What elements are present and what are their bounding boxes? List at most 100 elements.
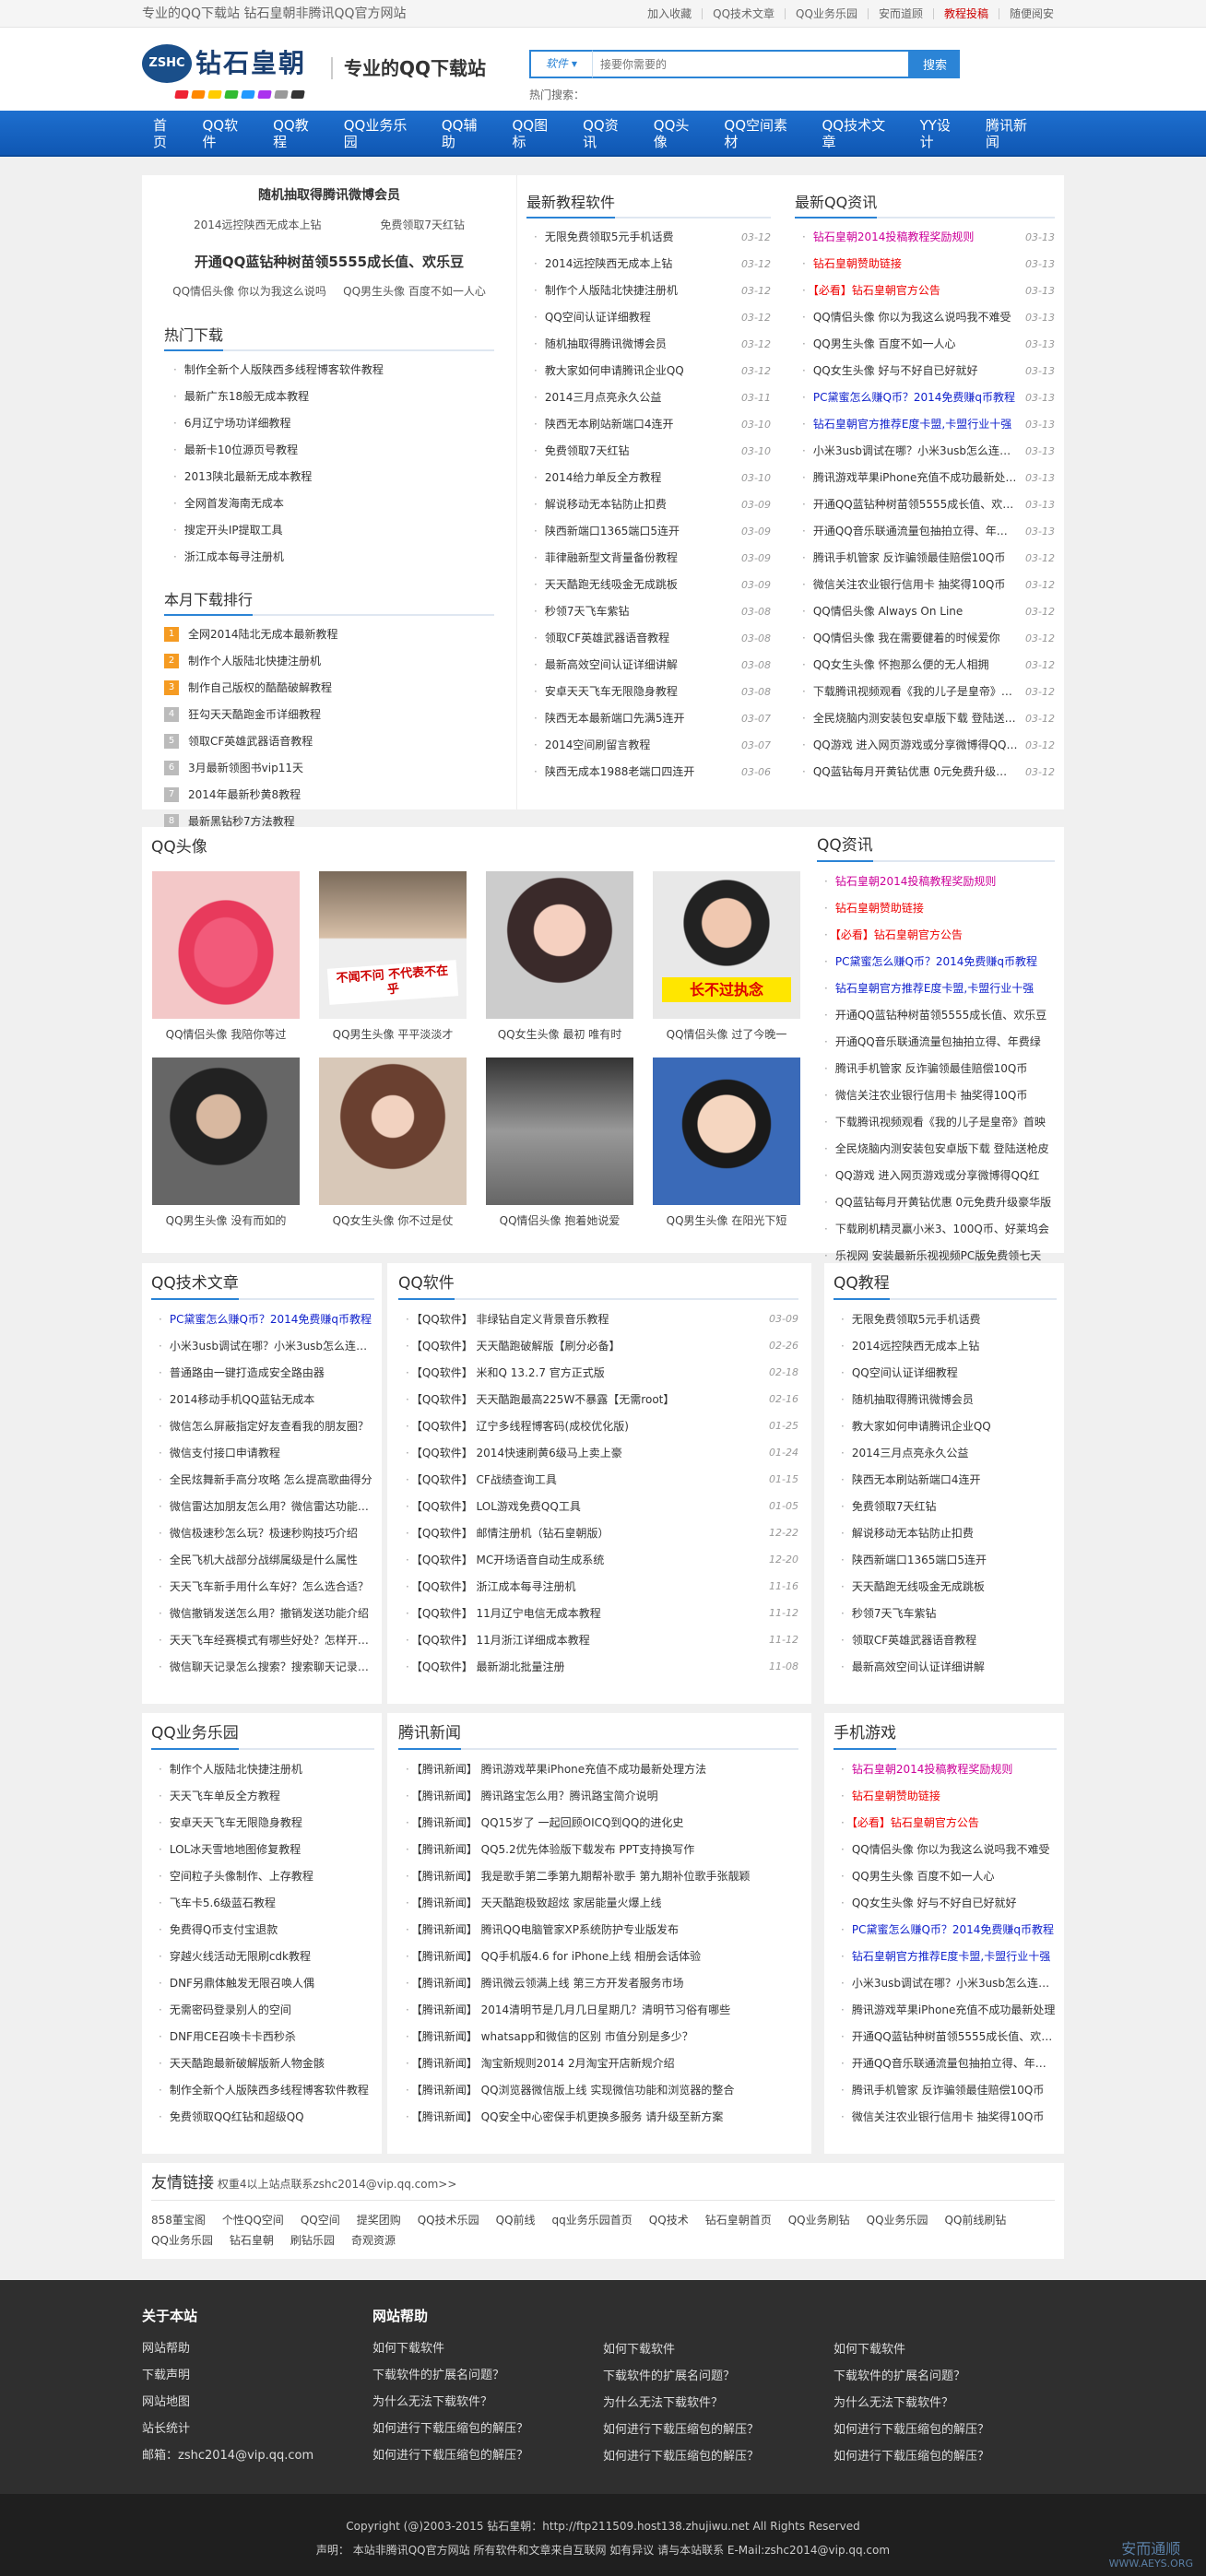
rank-item[interactable]: 7 2014年最新秒黄8教程 xyxy=(164,782,494,809)
list-item[interactable]: 钻石皇朝2014投稿教程奖励规则 xyxy=(841,1755,1057,1782)
list-item[interactable]: 陕西无本刷站新端口4连开 xyxy=(841,1466,1057,1493)
list-item[interactable]: 下载腾讯视频观看《我的儿子是皇帝》首映 xyxy=(824,1108,1055,1135)
list-item[interactable]: 免费得Q币支付宝退款 xyxy=(159,1916,374,1943)
list-item[interactable]: QQ情侣头像 你以为我这么说吗我不难受 03-13 xyxy=(802,304,1055,331)
list-item[interactable]: 【腾讯新闻】 我是歌手第二季第九期帮补歌手 第九期补位歌手张靓颖 xyxy=(406,1862,798,1889)
list-item[interactable]: 【必看】钻石皇朝官方公告 xyxy=(824,921,1055,948)
avatar-card[interactable]: QQ情侣头像 我陪你等过 xyxy=(142,871,310,1041)
friend-link[interactable]: QQ前线 xyxy=(496,2210,536,2230)
list-item[interactable]: 【QQ软件】 2014快速刷黄6级马上卖上豪 01-24 xyxy=(406,1439,798,1466)
list-item[interactable]: 腾讯手机管家 反诈骗领最佳赔偿10Q币 xyxy=(824,1055,1055,1081)
friend-link[interactable]: 刷钻乐园 xyxy=(290,2230,335,2251)
list-item[interactable]: PC黛蜜怎么赚Q币？2014免费赚q币教程 03-13 xyxy=(802,384,1055,411)
friend-link[interactable]: QQ技术乐园 xyxy=(418,2210,479,2230)
friend-link[interactable]: qq业务乐园首页 xyxy=(552,2210,633,2230)
list-item[interactable]: 领取CF英雄武器语音教程 03-08 xyxy=(534,625,771,652)
top-link[interactable]: QQ技术文章 xyxy=(702,8,785,19)
list-item[interactable]: QQ游戏 进入网页游戏或分享微博得QQ红包 03-12 xyxy=(802,732,1055,759)
list-item[interactable]: 安卓天天飞车无限隐身教程 xyxy=(159,1809,374,1836)
list-item[interactable]: 天天酷跑最新破解版新人物金骸 xyxy=(159,2050,374,2076)
list-item[interactable]: PC黛蜜怎么赚Q币？2014免费赚q币教程 xyxy=(159,1306,374,1332)
nav-item[interactable]: QQ空间素材 xyxy=(713,117,810,150)
list-item[interactable]: 【必看】钻石皇朝官方公告 xyxy=(841,1809,1057,1836)
list-item[interactable]: 钻石皇朝2014投稿教程奖励规则 xyxy=(824,868,1055,894)
list-item[interactable]: 无需密码登录别人的空间 xyxy=(159,1996,374,2023)
list-item[interactable]: 小米3usb调试在哪？小米3usb怎么连接电脑 03-13 xyxy=(802,438,1055,465)
list-item[interactable]: 安卓天天飞车无限隐身教程 03-08 xyxy=(534,679,771,705)
list-item[interactable]: 全民烧脑内测安装包安卓版下载 登陆送枪皮 xyxy=(824,1135,1055,1162)
list-item[interactable]: 钻石皇朝赞助链接 xyxy=(841,1782,1057,1809)
list-item[interactable]: 【QQ软件】 CF战绩查询工具 01-15 xyxy=(406,1466,798,1493)
list-item[interactable]: QQ情侣头像 我在需要健着的时候爱你 03-12 xyxy=(802,625,1055,652)
list-item[interactable]: 【QQ软件】 最新湖北批量注册 11-08 xyxy=(406,1653,798,1680)
list-item[interactable]: 【腾讯新闻】 QQ手机版4.6 for iPhone上线 相册会话体验 xyxy=(406,1943,798,1969)
nav-item[interactable]: QQ教程 xyxy=(262,117,333,150)
list-item[interactable]: 2014远控陕西无成本上钻 xyxy=(841,1332,1057,1359)
rank-item[interactable]: 3 制作自己版权的酷酷破解教程 xyxy=(164,675,494,702)
featured-link[interactable]: QQ情侣头像 你以为我这么说吗 xyxy=(172,285,326,298)
list-item[interactable]: 解说移动无本钻防止扣费 03-09 xyxy=(534,491,771,518)
featured-link[interactable]: QQ男生头像 百度不如一人心 xyxy=(343,285,486,298)
list-item[interactable]: 开通QQ蓝钻种树苗领5555成长值、欢乐豆 xyxy=(841,2023,1057,2050)
list-item[interactable]: 微信极速秒怎么玩？极速秒购技巧介绍 xyxy=(159,1519,374,1546)
list-item[interactable]: 【QQ软件】 天天酷跑最高225W不暴露【无需root】 02-16 xyxy=(406,1386,798,1412)
list-item[interactable]: 钻石皇朝2014投稿教程奖励规则 03-13 xyxy=(802,224,1055,251)
footer-help-link[interactable]: 下载软件的扩展名问题？ xyxy=(834,2363,989,2390)
list-item[interactable]: 腾讯手机管家 反诈骗领最佳赔偿10Q币 03-12 xyxy=(802,545,1055,572)
list-item[interactable]: 腾讯手机管家 反诈骗领最佳赔偿10Q币 xyxy=(841,2076,1057,2103)
featured-headline-1[interactable]: 随机抽取得腾讯微博会员 xyxy=(164,188,494,204)
list-item[interactable]: 陕西无本最新端口先满5连开 03-07 xyxy=(534,705,771,732)
list-item[interactable]: 穿越火线活动无限刷cdk教程 xyxy=(159,1943,374,1969)
list-item[interactable]: 免费领取7天红钻 xyxy=(841,1493,1057,1519)
search-input[interactable] xyxy=(592,50,910,78)
top-link[interactable]: 加入收藏 xyxy=(637,8,702,19)
list-item[interactable]: 开通QQ音乐联通流量包抽拍立得、年费绿 xyxy=(824,1028,1055,1055)
avatar-image[interactable]: 长不过执念 xyxy=(653,871,800,1019)
list-item[interactable]: 【QQ软件】 非绿钻自定义背景音乐教程 03-09 xyxy=(406,1306,798,1332)
avatar-image[interactable]: 不闻不问 不代表不在乎 xyxy=(319,871,467,1019)
list-item[interactable]: 教大家如何申请腾讯企业QQ 03-12 xyxy=(534,358,771,384)
footer-help-link[interactable]: 如何下载软件 xyxy=(603,2336,759,2363)
footer-help-link[interactable]: 如何进行下载压缩包的解压？ xyxy=(372,2442,528,2469)
avatar-image[interactable] xyxy=(152,871,300,1019)
list-item[interactable]: 【必看】钻石皇朝官方公告 03-13 xyxy=(802,278,1055,304)
list-item[interactable]: QQ男生头像 百度不如一人心 xyxy=(841,1862,1057,1889)
list-item[interactable]: 全网首发海南无成本 xyxy=(173,490,494,517)
footer-link[interactable]: 邮箱：zshc2014@vip.qq.com xyxy=(142,2442,313,2469)
list-item[interactable]: 微信聊天记录怎么搜索？搜索聊天记录方法 xyxy=(159,1653,374,1680)
friend-link[interactable]: QQ业务刷钻 xyxy=(788,2210,850,2230)
list-item[interactable]: 无限免费领取5元手机话费 xyxy=(841,1306,1057,1332)
list-item[interactable]: 制作全新个人版陕西多线程博客软件教程 xyxy=(159,2076,374,2103)
list-item[interactable]: 普通路由一键打造成安全路由器 xyxy=(159,1359,374,1386)
nav-item[interactable]: QQ技术文章 xyxy=(811,117,909,150)
list-item[interactable]: 飞车卡5.6级蓝石教程 xyxy=(159,1889,374,1916)
list-item[interactable]: DNF另鼎体触发无限召唤人偶 xyxy=(159,1969,374,1996)
avatar-image[interactable] xyxy=(319,1058,467,1205)
list-item[interactable]: 开通QQ音乐联通流量包抽拍立得、年费绿钻 03-13 xyxy=(802,518,1055,545)
rank-item[interactable]: 4 狂勾天天酷跑金币详细教程 xyxy=(164,702,494,728)
rank-item[interactable]: 2 制作个人版陆北快捷注册机 xyxy=(164,648,494,675)
featured-headline-2[interactable]: 开通QQ蓝钻种树苗领5555成长值、欢乐豆 xyxy=(164,254,494,270)
list-item[interactable]: 最新高效空间认证详细讲解 xyxy=(841,1653,1057,1680)
footer-help-link[interactable]: 如何下载软件 xyxy=(834,2336,989,2363)
footer-link[interactable]: 下载声明 xyxy=(142,2362,313,2389)
list-item[interactable]: PC黛蜜怎么赚Q币？2014免费赚q币教程 xyxy=(824,948,1055,975)
avatar-image[interactable] xyxy=(653,1058,800,1205)
list-item[interactable]: 钻石皇朝官方推荐E度卡盟,卡盟行业十强 xyxy=(841,1943,1057,1969)
list-item[interactable]: 教大家如何申请腾讯企业QQ xyxy=(841,1412,1057,1439)
list-item[interactable]: 【腾讯新闻】 QQ5.2优先体验版下载发布 PPT支持换写作 xyxy=(406,1836,798,1862)
list-item[interactable]: 2014空间刷留言教程 03-07 xyxy=(534,732,771,759)
footer-link[interactable]: 站长统计 xyxy=(142,2416,313,2442)
nav-item[interactable]: QQ资讯 xyxy=(572,117,643,150)
list-item[interactable]: 【腾讯新闻】 天天酷跑极致超炫 家居能量火爆上线 xyxy=(406,1889,798,1916)
friend-link[interactable]: 858董宝阁 xyxy=(151,2210,206,2230)
avatar-card[interactable]: QQ男生头像 在阳光下短 xyxy=(643,1058,810,1227)
friend-link[interactable]: QQ前线刷钻 xyxy=(945,2210,1007,2230)
avatar-image[interactable] xyxy=(152,1058,300,1205)
list-item[interactable]: 陕西新端口1365端口5连开 03-09 xyxy=(534,518,771,545)
footer-help-link[interactable]: 如何进行下载压缩包的解压？ xyxy=(372,2416,528,2442)
list-item[interactable]: 陕西无本刷站新端口4连开 03-10 xyxy=(534,411,771,438)
list-item[interactable]: 最新卡10位源页号教程 xyxy=(173,437,494,464)
list-item[interactable]: 【腾讯新闻】 whatsapp和微信的区别 市值分别是多少？ xyxy=(406,2023,798,2050)
list-item[interactable]: 6月辽宁场功详细教程 xyxy=(173,410,494,437)
